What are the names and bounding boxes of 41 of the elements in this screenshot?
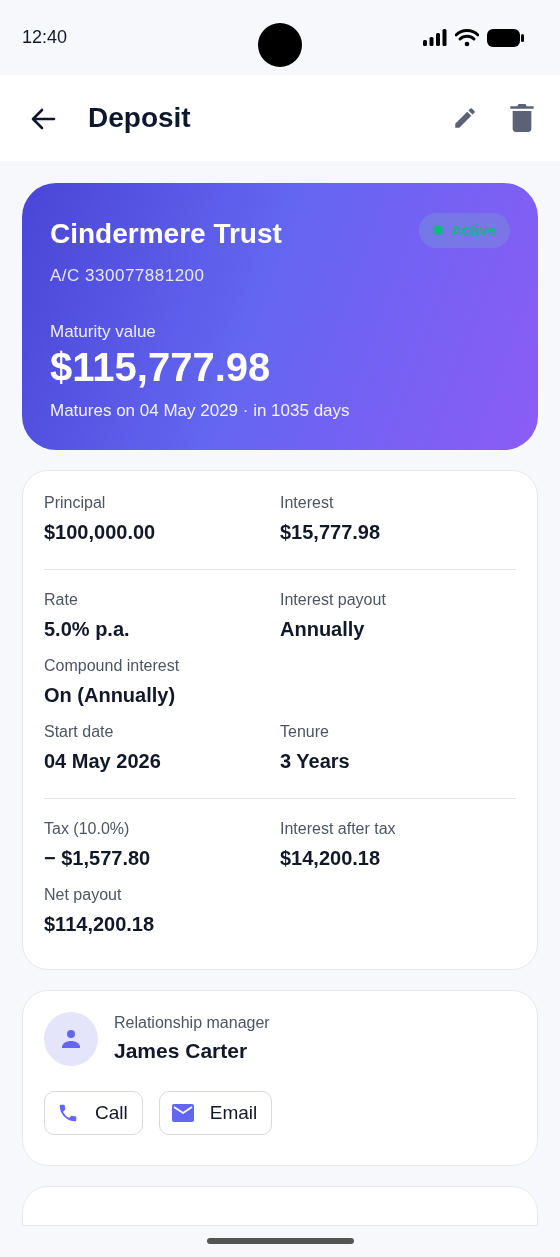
field-label: Net payout xyxy=(44,885,123,905)
camera-cutout xyxy=(258,23,302,67)
maturity-note: Matures on 04 May 2029 · in 1035 days xyxy=(50,400,351,422)
account-number: A/C 330077881200 xyxy=(50,265,206,287)
mail-icon xyxy=(171,1103,194,1122)
field-label: Compound interest xyxy=(44,656,181,676)
field-value: $114,200.18 xyxy=(44,912,156,937)
status-badge: Active xyxy=(418,213,510,248)
field-value: − $1,577.80 xyxy=(44,846,152,871)
email-button[interactable]: Email xyxy=(158,1090,273,1135)
signal-icon xyxy=(423,29,447,46)
bank-name: Cindermere Trust xyxy=(50,217,282,251)
field-label: Start date xyxy=(44,722,115,742)
battery-icon xyxy=(487,28,524,47)
field-value: Annually xyxy=(280,617,366,642)
field-value: $14,200.18 xyxy=(280,846,382,871)
field-label: Tax (10.0%) xyxy=(44,819,131,839)
field-value: 3 Years xyxy=(280,749,351,774)
field-label: Interest after tax xyxy=(280,819,397,839)
manager-name: James Carter xyxy=(114,1038,249,1064)
field-label: Rate xyxy=(44,590,79,610)
field-value: 5.0% p.a. xyxy=(44,617,131,642)
field-label: Principal xyxy=(44,493,107,513)
field-label: Interest xyxy=(280,493,335,513)
avatar-icon xyxy=(44,1011,98,1066)
wifi-icon xyxy=(455,28,479,47)
call-button[interactable]: Call xyxy=(44,1090,143,1135)
maturity-label: Maturity value xyxy=(50,320,157,343)
field-value: $15,777.98 xyxy=(280,520,382,545)
status-time: 12:40 xyxy=(22,26,68,49)
manager-role: Relationship manager xyxy=(114,1013,270,1033)
maturity-amount: $115,777.98 xyxy=(50,344,272,390)
pencil-icon xyxy=(452,105,478,131)
trash-icon xyxy=(510,104,534,132)
back-arrow-icon xyxy=(30,107,56,130)
field-value: $100,000.00 xyxy=(44,520,157,545)
field-value: On (Annually) xyxy=(44,683,177,708)
field-label: Interest payout xyxy=(280,590,387,610)
page-title: Deposit xyxy=(88,101,191,135)
field-label: Tenure xyxy=(280,722,330,742)
field-value: 04 May 2026 xyxy=(44,749,162,774)
